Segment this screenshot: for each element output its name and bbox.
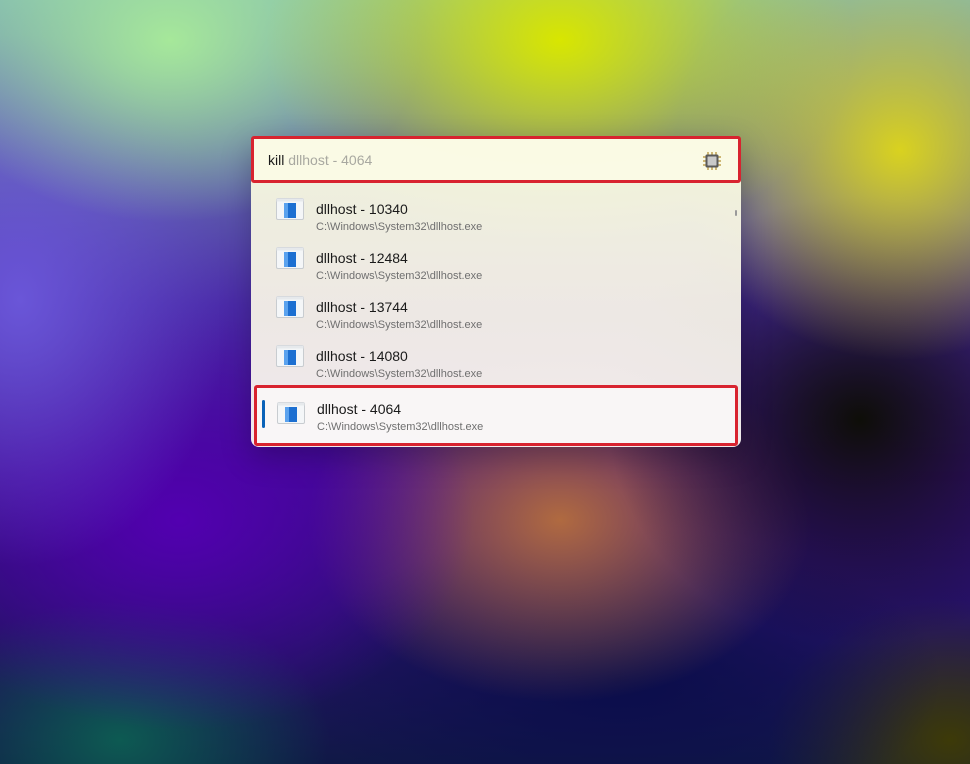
result-item[interactable]: dllhost - 13744 C:\Windows\System32\dllh…	[251, 282, 741, 331]
result-title: dllhost - 13744	[316, 299, 408, 315]
result-path: C:\Windows\System32\dllhost.exe	[316, 319, 483, 331]
result-path: C:\Windows\System32\dllhost.exe	[316, 221, 483, 233]
powertoys-run-window: kill dllhost - 4064 dllhost - 10340 C:\W…	[251, 136, 741, 447]
processor-chip-icon	[703, 152, 721, 170]
result-title: dllhost - 4064	[317, 401, 402, 417]
search-box[interactable]: kill dllhost - 4064	[251, 136, 741, 183]
result-title: dllhost - 10340	[316, 201, 408, 217]
result-item[interactable]: dllhost - 14080 C:\Windows\System32\dllh…	[251, 331, 741, 380]
result-item-selected[interactable]: dllhost - 4064 C:\Windows\System32\dllho…	[254, 385, 738, 446]
result-title: dllhost - 12484	[316, 250, 408, 266]
app-window-icon	[276, 247, 304, 269]
app-window-icon	[277, 402, 305, 424]
result-path: C:\Windows\System32\dllhost.exe	[317, 421, 484, 433]
selection-indicator	[262, 400, 265, 428]
autocomplete-suggestion: dllhost - 4064	[288, 151, 373, 168]
search-query[interactable]: kill	[268, 152, 288, 168]
result-title: dllhost - 14080	[316, 348, 408, 364]
result-item[interactable]: dllhost - 12484 C:\Windows\System32\dllh…	[251, 233, 741, 282]
scrollbar[interactable]	[735, 210, 737, 216]
result-path: C:\Windows\System32\dllhost.exe	[316, 368, 483, 380]
result-path: C:\Windows\System32\dllhost.exe	[316, 270, 483, 282]
app-window-icon	[276, 345, 304, 367]
result-item[interactable]: dllhost - 10340 C:\Windows\System32\dllh…	[251, 184, 741, 233]
results-list: dllhost - 10340 C:\Windows\System32\dllh…	[251, 184, 741, 380]
app-window-icon	[276, 296, 304, 318]
app-window-icon	[276, 198, 304, 220]
